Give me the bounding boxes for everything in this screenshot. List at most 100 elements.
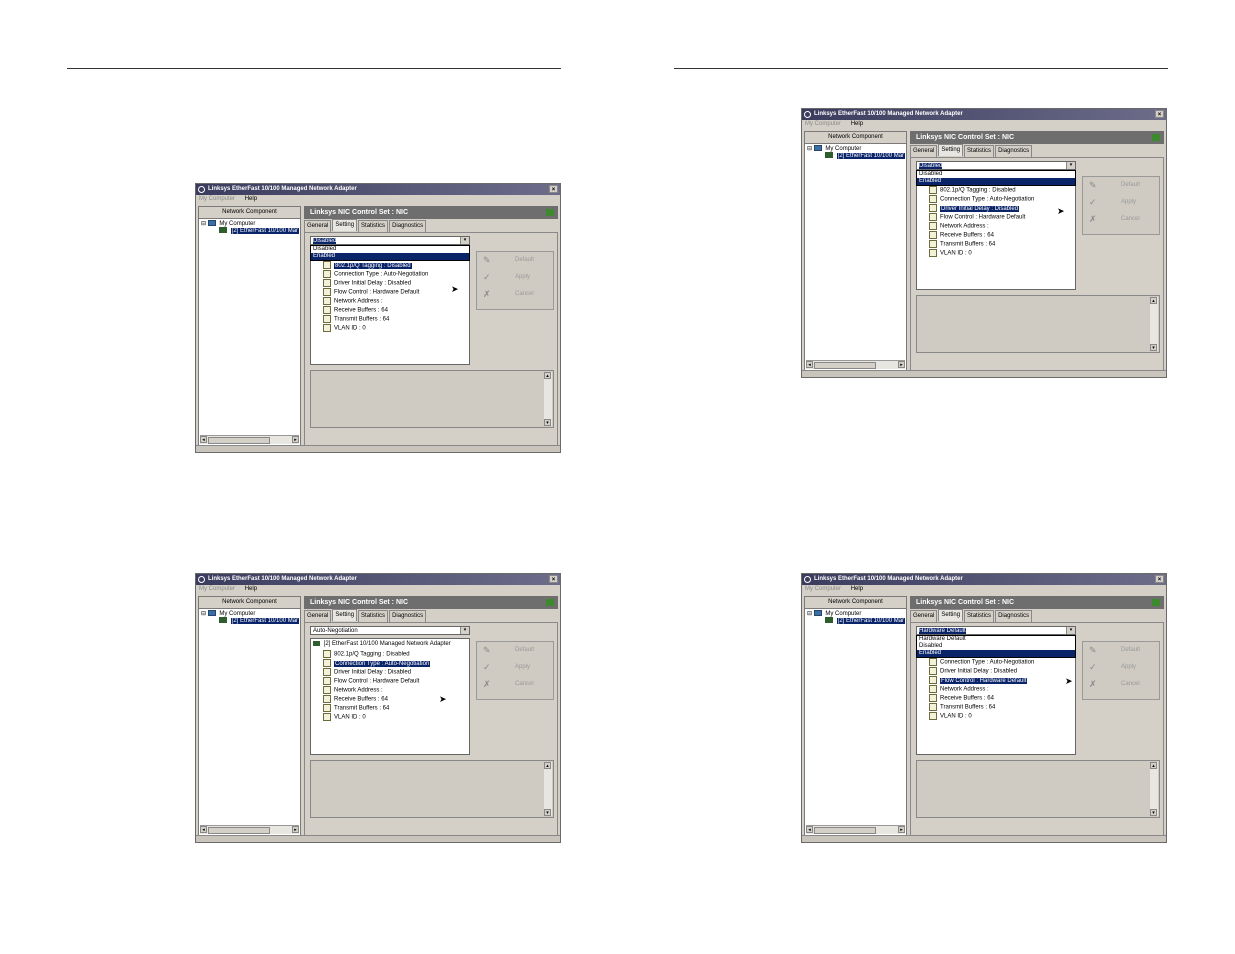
- scroll-up-icon[interactable]: ▴: [544, 372, 551, 379]
- window-titlebar[interactable]: Linksys EtherFast 10/100 Managed Network…: [196, 574, 560, 585]
- menu-my-computer[interactable]: My Computer: [805, 586, 841, 592]
- dropdown-option[interactable]: Disabled: [311, 246, 469, 253]
- tab-setting[interactable]: Setting: [332, 219, 358, 231]
- horizontal-scrollbar[interactable]: ◂ ▸: [200, 825, 299, 834]
- settings-root-item[interactable]: [2] EtherFast 10/100 Managed Network Ada…: [313, 641, 451, 647]
- setting-item[interactable]: Network Address :: [929, 222, 1034, 231]
- horizontal-scrollbar[interactable]: ◂ ▸: [200, 435, 299, 444]
- tab-general[interactable]: General: [910, 145, 938, 157]
- setting-item[interactable]: VLAN ID : 0: [323, 324, 428, 333]
- setting-item[interactable]: Connection Type : Auto-Negotiation: [929, 195, 1034, 204]
- tab-statistics[interactable]: Statistics: [964, 145, 995, 157]
- close-icon[interactable]: ×: [1155, 575, 1164, 583]
- horizontal-scrollbar[interactable]: ◂ ▸: [806, 825, 905, 834]
- dropdown-option[interactable]: Hardware Default: [917, 636, 1075, 643]
- scroll-up-icon[interactable]: ▴: [544, 762, 551, 769]
- apply-button[interactable]: ✓ Apply: [477, 659, 553, 676]
- setting-item[interactable]: 802.1p/Q Tagging : Disabled: [323, 650, 430, 659]
- dropdown-option[interactable]: Disabled: [917, 643, 1075, 650]
- default-button[interactable]: ✎ Default: [477, 252, 553, 269]
- tab-statistics[interactable]: Statistics: [358, 610, 389, 622]
- setting-item[interactable]: Connection Type : Auto-Negotiation: [323, 659, 431, 668]
- vertical-scrollbar[interactable]: ▴ ▾: [1150, 297, 1158, 351]
- setting-item[interactable]: Driver Initial Delay : Disabled: [323, 668, 430, 677]
- close-icon[interactable]: ×: [549, 185, 558, 193]
- setting-item[interactable]: Transmit Buffers : 64: [929, 240, 1034, 249]
- chevron-down-icon[interactable]: ▾: [1066, 627, 1075, 634]
- menu-my-computer[interactable]: My Computer: [199, 196, 235, 202]
- scroll-thumb[interactable]: [208, 437, 270, 444]
- scroll-down-icon[interactable]: ▾: [544, 809, 551, 816]
- setting-item[interactable]: Driver Initial Delay : Disabled: [929, 667, 1034, 676]
- tree-item-my-computer[interactable]: ⊟ My Computer: [201, 220, 255, 227]
- setting-item[interactable]: Connection Type : Auto-Negotiation: [929, 658, 1034, 667]
- tab-diagnostics[interactable]: Diagnostics: [389, 610, 427, 622]
- chevron-down-icon[interactable]: ▾: [460, 237, 469, 244]
- scroll-thumb[interactable]: [814, 362, 876, 369]
- setting-item[interactable]: 802.1p/Q Tagging : Disabled: [323, 261, 428, 270]
- setting-item[interactable]: Receive Buffers : 64: [323, 306, 428, 315]
- tree-item-adapter[interactable]: [2] EtherFast 10/100 Mar: [825, 617, 906, 624]
- value-combobox[interactable]: Disabled ▾: [310, 236, 470, 245]
- expand-icon[interactable]: ⊟: [201, 611, 206, 617]
- tree-item-my-computer[interactable]: ⊟ My Computer: [807, 145, 861, 152]
- tab-statistics[interactable]: Statistics: [358, 220, 389, 232]
- value-combobox[interactable]: Disabled ▾: [916, 161, 1076, 170]
- setting-item[interactable]: Driver Initial Delay : Disabled: [929, 204, 1034, 213]
- tab-statistics[interactable]: Statistics: [964, 610, 995, 622]
- cancel-button[interactable]: ✗ Cancel: [477, 676, 553, 693]
- value-combobox[interactable]: Hardware Default ▾: [916, 626, 1076, 635]
- tree-item-my-computer[interactable]: ⊟ My Computer: [807, 610, 861, 617]
- vertical-scrollbar[interactable]: ▴ ▾: [1150, 762, 1158, 816]
- close-icon[interactable]: ×: [1155, 110, 1164, 118]
- value-combobox[interactable]: Auto-Negotiation ▾: [310, 626, 470, 635]
- tree-item-my-computer[interactable]: ⊟ My Computer: [201, 610, 255, 617]
- close-icon[interactable]: ×: [549, 575, 558, 583]
- chevron-down-icon[interactable]: ▾: [460, 627, 469, 634]
- scroll-thumb[interactable]: [208, 827, 270, 834]
- menu-help[interactable]: Help: [851, 121, 863, 127]
- tab-general[interactable]: General: [910, 610, 938, 622]
- scroll-right-icon[interactable]: ▸: [292, 436, 299, 443]
- setting-item[interactable]: Network Address :: [323, 686, 430, 695]
- tree-item-adapter[interactable]: [2] EtherFast 10/100 Mar: [219, 617, 300, 624]
- setting-item[interactable]: Driver Initial Delay : Disabled: [323, 279, 428, 288]
- menu-help[interactable]: Help: [245, 196, 257, 202]
- setting-item[interactable]: Connection Type : Auto-Negotiation: [323, 270, 428, 279]
- expand-icon[interactable]: ⊟: [807, 611, 812, 617]
- setting-item[interactable]: Transmit Buffers : 64: [929, 703, 1034, 712]
- tree-item-adapter[interactable]: [2] EtherFast 10/100 Mar: [219, 227, 300, 234]
- apply-button[interactable]: ✓ Apply: [1083, 659, 1159, 676]
- scroll-right-icon[interactable]: ▸: [898, 826, 905, 833]
- scroll-left-icon[interactable]: ◂: [806, 826, 813, 833]
- dropdown-option[interactable]: Enabled: [917, 650, 1075, 657]
- apply-button[interactable]: ✓ Apply: [1083, 194, 1159, 211]
- cancel-button[interactable]: ✗ Cancel: [1083, 676, 1159, 693]
- tab-general[interactable]: General: [304, 220, 332, 232]
- expand-icon[interactable]: ⊟: [201, 221, 206, 227]
- window-titlebar[interactable]: Linksys EtherFast 10/100 Managed Network…: [802, 574, 1166, 585]
- scroll-thumb[interactable]: [814, 827, 876, 834]
- setting-item[interactable]: Receive Buffers : 64: [929, 694, 1034, 703]
- setting-item[interactable]: Transmit Buffers : 64: [323, 315, 428, 324]
- scroll-down-icon[interactable]: ▾: [544, 419, 551, 426]
- setting-item[interactable]: Flow Control : Hardware Default: [929, 213, 1034, 222]
- setting-item[interactable]: Flow Control : Hardware Default: [323, 677, 430, 686]
- menu-help[interactable]: Help: [851, 586, 863, 592]
- dropdown-option[interactable]: Enabled: [917, 178, 1075, 185]
- menu-my-computer[interactable]: My Computer: [805, 121, 841, 127]
- dropdown-option[interactable]: Disabled: [917, 171, 1075, 178]
- scroll-left-icon[interactable]: ◂: [806, 361, 813, 368]
- apply-button[interactable]: ✓ Apply: [477, 269, 553, 286]
- default-button[interactable]: ✎ Default: [1083, 642, 1159, 659]
- horizontal-scrollbar[interactable]: ◂ ▸: [806, 360, 905, 369]
- vertical-scrollbar[interactable]: ▴ ▾: [544, 372, 552, 426]
- setting-item[interactable]: VLAN ID : 0: [929, 712, 1034, 721]
- scroll-right-icon[interactable]: ▸: [292, 826, 299, 833]
- tab-setting[interactable]: Setting: [332, 609, 358, 621]
- tab-diagnostics[interactable]: Diagnostics: [995, 145, 1033, 157]
- vertical-scrollbar[interactable]: ▴ ▾: [544, 762, 552, 816]
- tab-diagnostics[interactable]: Diagnostics: [389, 220, 427, 232]
- expand-icon[interactable]: ⊟: [807, 146, 812, 152]
- setting-item[interactable]: Network Address :: [929, 685, 1034, 694]
